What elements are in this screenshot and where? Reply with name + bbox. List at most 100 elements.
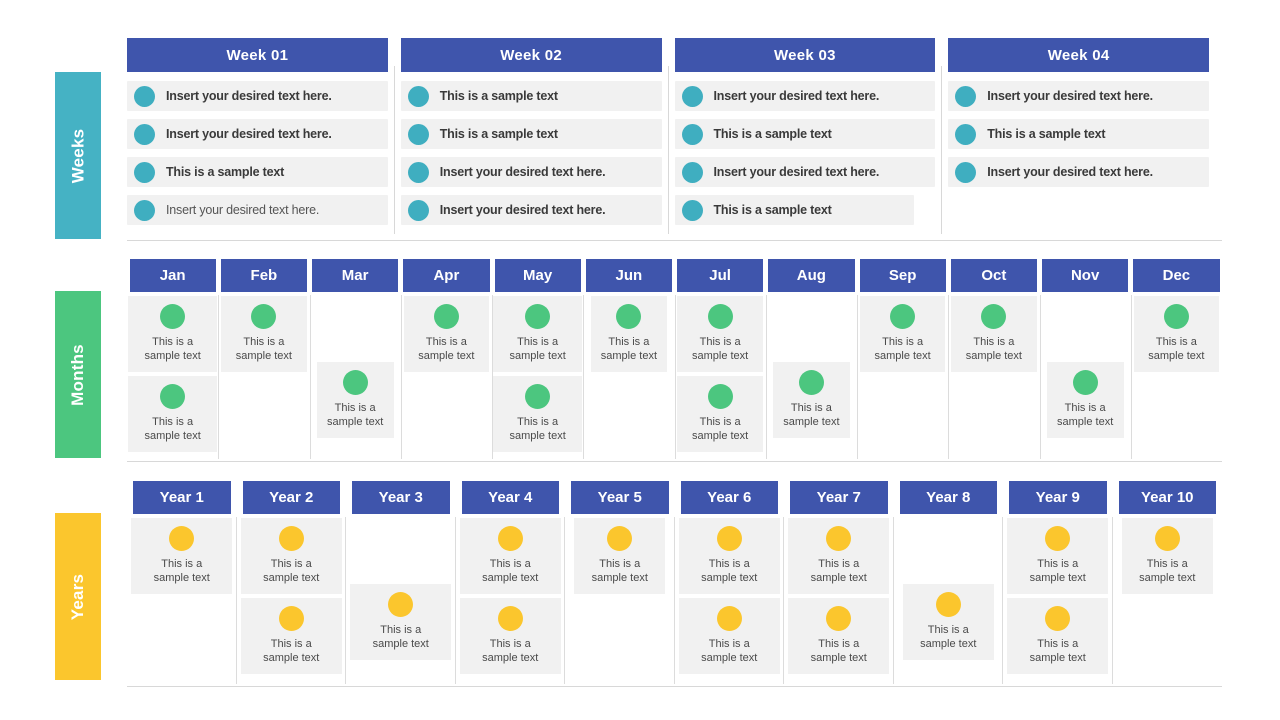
year-cell[interactable]: This is a sample text (459, 518, 561, 594)
week-item[interactable]: This is a sample text (400, 119, 662, 149)
week-item[interactable]: Insert your desired text here. (127, 119, 388, 149)
month-cell[interactable]: This is a sample text (859, 296, 946, 372)
year-header[interactable]: Year 5 (571, 481, 669, 514)
month-header[interactable]: Nov (1042, 259, 1129, 292)
year-cell[interactable]: This is a sample text (788, 518, 890, 594)
month-header[interactable]: Jun (585, 259, 672, 292)
month-header[interactable]: Oct (950, 259, 1037, 292)
week-item[interactable]: Insert your desired text here. (948, 157, 1209, 187)
year-header[interactable]: Year 6 (680, 481, 778, 514)
week-item[interactable]: This is a sample text (674, 119, 936, 149)
month-cell-stack: This is a sample text (402, 292, 491, 438)
month-header[interactable]: Jan (129, 259, 216, 292)
week-item-label: Insert your desired text here. (439, 203, 606, 217)
timeline-page: Weeks Week 01 Insert your desired text he… (0, 0, 1280, 720)
week-item[interactable]: This is a sample text (948, 119, 1209, 149)
month-cell[interactable]: This is a sample text (128, 376, 218, 452)
week-item-label: Insert your desired text here. (987, 165, 1153, 179)
week-item[interactable]: Insert your desired text here. (127, 195, 388, 225)
year-header[interactable]: Year 4 (461, 481, 559, 514)
month-header[interactable]: Mar (312, 259, 399, 292)
side-tab-weeks[interactable]: Weeks (55, 72, 101, 239)
month-cell[interactable]: This is a sample text (677, 376, 763, 452)
week-item[interactable]: This is a sample text (674, 195, 915, 225)
week-item[interactable]: This is a sample text (127, 157, 388, 187)
month-cell[interactable]: This is a sample text (773, 362, 850, 438)
month-cell[interactable]: This is a sample text (221, 296, 307, 372)
month-header[interactable]: Feb (220, 259, 307, 292)
month-header[interactable]: May (494, 259, 581, 292)
month-cell[interactable]: This is a sample text (1046, 362, 1124, 438)
year-cell[interactable]: This is a sample text (788, 598, 890, 674)
month-cell[interactable]: This is a sample text (403, 296, 490, 372)
week-item[interactable]: This is a sample text (400, 81, 662, 111)
month-cell-label: This is a sample text (783, 402, 840, 428)
week-item[interactable]: Insert your desired text here. (127, 81, 388, 111)
month-cell[interactable]: This is a sample text (590, 296, 668, 372)
year-cell[interactable]: This is a sample text (574, 518, 666, 594)
year-cell[interactable]: This is a sample text (240, 518, 342, 594)
year-header[interactable]: Year 2 (242, 481, 340, 514)
month-cell[interactable]: This is a sample text (951, 296, 1037, 372)
month-cell[interactable]: This is a sample text (493, 376, 583, 452)
week-item[interactable]: Insert your desired text here. (400, 157, 662, 187)
month-cell[interactable]: This is a sample text (1133, 296, 1220, 372)
year-cell[interactable]: This is a sample text (902, 584, 994, 660)
year-column: Year 1 This is a sample text (127, 481, 237, 686)
week-item-list: This is a sample text This is a sample te… (400, 72, 662, 225)
week-column: Week 04 Insert your desired text here. Thi… (941, 38, 1222, 240)
month-cell[interactable]: This is a sample text (677, 296, 763, 372)
year-header[interactable]: Year 3 (352, 481, 450, 514)
side-tab-years-label: Years (68, 573, 88, 620)
year-cell[interactable]: This is a sample text (678, 598, 780, 674)
year-cell-stack: This is a sample text This is a sample te… (239, 514, 345, 674)
year-header[interactable]: Year 9 (1009, 481, 1107, 514)
status-circle-icon (388, 592, 414, 617)
week-item[interactable]: Insert your desired text here. (674, 157, 936, 187)
week-item[interactable]: Insert your desired text here. (400, 195, 662, 225)
year-column: Year 7 This is a sample text This is a sam… (784, 481, 894, 686)
week-item-label: Insert your desired text here. (166, 127, 332, 141)
month-header[interactable]: Apr (403, 259, 490, 292)
year-cell[interactable]: This is a sample text (1007, 518, 1109, 594)
side-tab-months[interactable]: Months (55, 291, 101, 458)
week-item[interactable]: Insert your desired text here. (674, 81, 936, 111)
year-header[interactable]: Year 7 (790, 481, 888, 514)
month-cell-label: This is a sample text (144, 416, 201, 442)
week-header[interactable]: Week 04 (948, 38, 1209, 72)
status-circle-icon (798, 370, 824, 395)
week-header[interactable]: Week 01 (127, 38, 388, 72)
year-header[interactable]: Year 8 (899, 481, 997, 514)
week-header[interactable]: Week 02 (400, 38, 662, 72)
side-tab-years[interactable]: Years (55, 513, 101, 680)
month-cell-label: This is a sample text (965, 336, 1022, 362)
year-cell[interactable]: This is a sample text (1121, 518, 1213, 594)
month-header[interactable]: Jul (677, 259, 764, 292)
year-cell[interactable]: This is a sample text (131, 518, 233, 594)
month-cell-stack: This is a sample text (311, 292, 400, 438)
year-cell[interactable]: This is a sample text (1007, 598, 1109, 674)
week-item-label: This is a sample text (166, 165, 285, 179)
side-tab-months-label: Months (68, 343, 88, 406)
month-cell[interactable]: This is a sample text (316, 362, 394, 438)
month-header[interactable]: Aug (768, 259, 855, 292)
week-item[interactable]: Insert your desired text here. (948, 81, 1209, 111)
year-cell-stack: This is a sample text This is a sample te… (1005, 514, 1111, 674)
year-cell[interactable]: This is a sample text (350, 584, 452, 660)
month-header[interactable]: Sep (859, 259, 946, 292)
year-cell[interactable]: This is a sample text (459, 598, 561, 674)
week-item-label: Insert your desired text here. (439, 165, 606, 179)
month-header[interactable]: Dec (1133, 259, 1220, 292)
month-cell-label: This is a sample text (874, 336, 931, 362)
year-header[interactable]: Year 1 (133, 481, 231, 514)
months-section: Jan This is a sample text This is a sample… (127, 259, 1222, 462)
year-column: Year 5 This is a sample text (565, 481, 675, 686)
year-header[interactable]: Year 10 (1118, 481, 1216, 514)
year-cell[interactable]: This is a sample text (678, 518, 780, 594)
year-cell[interactable]: This is a sample text (240, 598, 342, 674)
week-header[interactable]: Week 03 (674, 38, 936, 72)
month-cell-stack: This is a sample text (767, 292, 856, 438)
month-cell[interactable]: This is a sample text (493, 296, 583, 372)
bullet-circle-icon (134, 199, 155, 221)
month-cell[interactable]: This is a sample text (128, 296, 218, 372)
